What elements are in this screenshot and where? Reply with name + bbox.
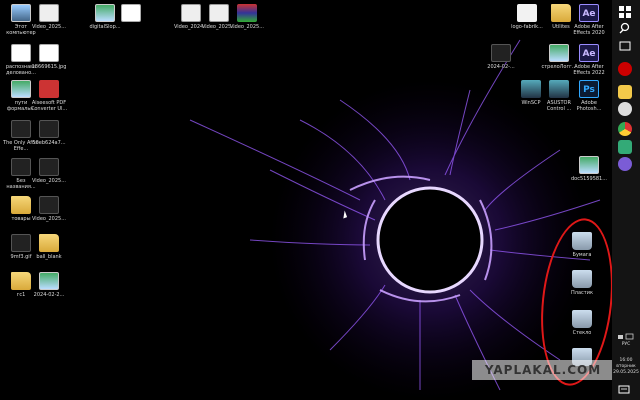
desktop-icon-label: doc5159581... [570, 176, 608, 182]
desktop-icon-label: 56eb624a7... [32, 140, 66, 146]
desktop-icon-label: Video_2025... [31, 216, 66, 222]
desktop-icon-label: Video_2025... [229, 24, 264, 30]
folder-icon [39, 234, 59, 252]
chrome-icon[interactable] [618, 122, 632, 136]
desktop-icon[interactable]: logo-fabrik... [508, 4, 546, 48]
desktop-icon[interactable]: 2024-02-2... [30, 272, 68, 316]
task-view-icon[interactable] [618, 38, 632, 52]
folder-icon [551, 4, 571, 22]
desktop-icon-label: ball_blank [36, 254, 62, 260]
folder-icon [11, 196, 31, 214]
logo-icon [517, 4, 537, 22]
desktop-icon[interactable]: Aiseesoft PDF Converter Ul... [30, 80, 68, 124]
taskbar: РУС 16:00 вторник 29.05.2025 [612, 0, 640, 400]
desktop-icon-label: logo-fabrik... [511, 24, 543, 30]
vid-icon [181, 4, 201, 22]
img-icon [549, 44, 569, 62]
wallpaper [0, 0, 612, 400]
dark-icon [11, 158, 31, 176]
ae-icon: Ae [579, 4, 599, 22]
img-icon [39, 272, 59, 290]
desktop-icon-label: 2024-02-... [487, 64, 515, 70]
desktop-icon[interactable]: Ae Adobe After Effects 2020 [570, 4, 608, 48]
net-icon [549, 80, 569, 98]
clock-date: 29.05.2025 [613, 370, 639, 375]
rar-icon [237, 4, 257, 22]
img-icon [579, 156, 599, 174]
tray-icons[interactable] [618, 326, 634, 340]
folder-icon [11, 272, 31, 290]
app-icon-red-white[interactable] [618, 102, 632, 116]
viber-icon[interactable] [618, 157, 632, 171]
dark-icon [491, 44, 511, 62]
doc-icon [11, 44, 31, 62]
desktop-icon[interactable] [112, 4, 150, 48]
img-icon [11, 80, 31, 98]
desktop-icon[interactable]: Video_2025... [30, 4, 68, 48]
pc-icon [11, 4, 31, 22]
doc-icon [39, 44, 59, 62]
opera-icon[interactable] [618, 62, 632, 76]
watermark: YAPLAKAL.COM [472, 360, 614, 380]
desktop-icon-label: Aiseesoft PDF Converter Ul... [30, 100, 68, 112]
desktop-icon-label: Adobe After Effects 2020 [573, 24, 605, 36]
desktop-icon[interactable]: doc5159581... [570, 156, 608, 200]
desktop-icon-label: Video_2025... [31, 178, 66, 184]
desktop-icon-label: Adobe Photosh... [576, 100, 602, 112]
search-icon[interactable] [618, 20, 632, 34]
desktop-icon[interactable]: Ps Adobe Photosh... [570, 80, 608, 124]
vid-icon [209, 4, 229, 22]
dark-icon [11, 234, 31, 252]
dark-icon [39, 120, 59, 138]
net-icon [521, 80, 541, 98]
desktop-icon[interactable]: Video_2025... [228, 4, 266, 48]
dark-icon [11, 120, 31, 138]
desktop-icon-label: 2024-02-2... [33, 292, 65, 298]
file-explorer-icon[interactable] [618, 85, 632, 99]
ae-icon: Ae [579, 44, 599, 62]
notification-icon[interactable] [618, 381, 632, 394]
ps-icon: Ps [579, 80, 599, 98]
vid-icon [39, 4, 59, 22]
desktop-icon-label: 18669615.jpg [31, 64, 67, 70]
windows-start-icon[interactable] [618, 4, 632, 18]
dark-icon [39, 196, 59, 214]
pdf-icon [39, 80, 59, 98]
dark-icon [39, 158, 59, 176]
doc-icon [121, 4, 141, 22]
desktop-icon-label: Video_2025... [31, 24, 66, 30]
desktop-icon-label: Adobe After Effects 2022 [573, 64, 605, 76]
keyboard-language[interactable]: РУС [612, 342, 640, 348]
app-icon-green[interactable] [618, 140, 632, 154]
